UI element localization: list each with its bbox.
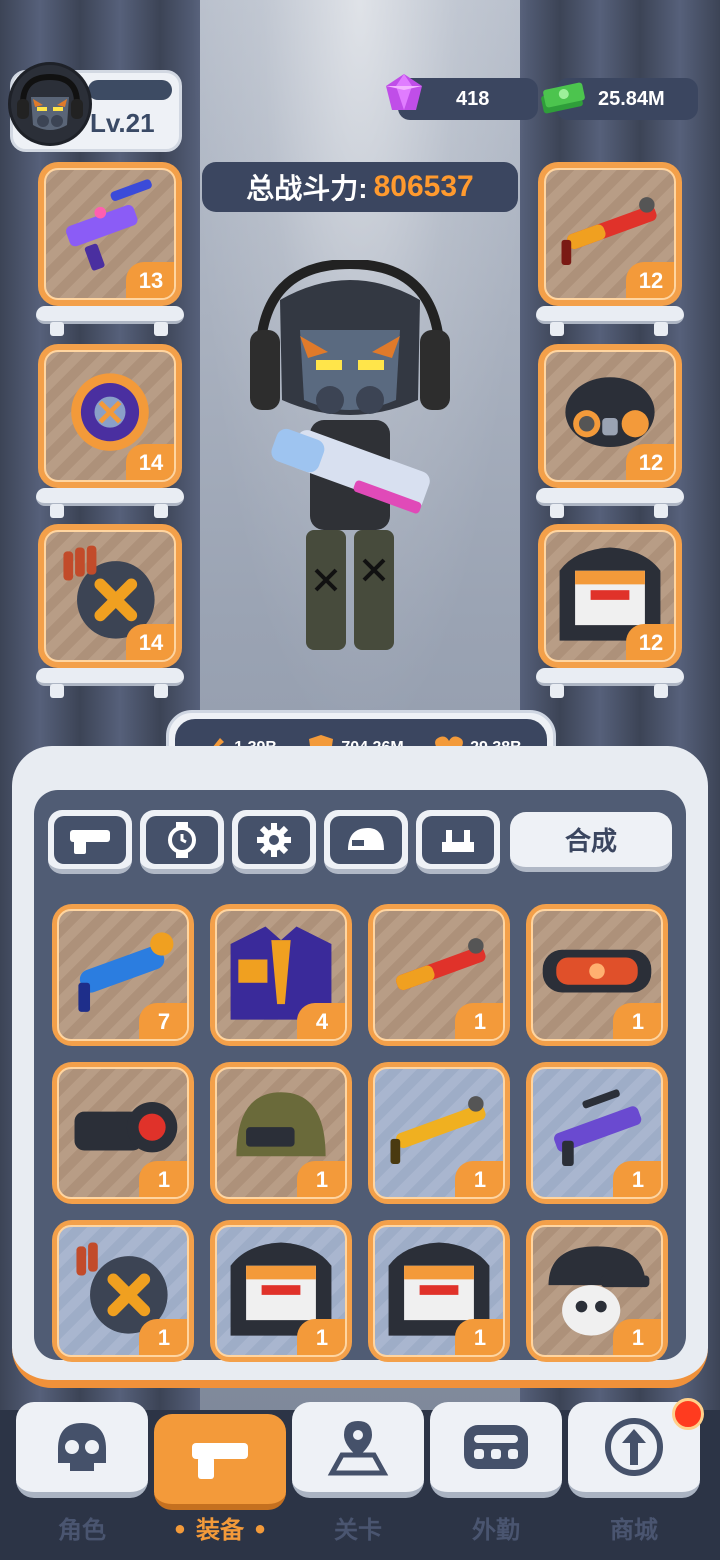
item-count: 4 bbox=[297, 1003, 345, 1039]
item-count: 1 bbox=[613, 1161, 661, 1197]
equipped-armor-slot[interactable]: 12 bbox=[538, 524, 682, 668]
item-count: 1 bbox=[455, 1319, 503, 1355]
shelf-leg bbox=[654, 684, 668, 698]
item-count: 14 bbox=[126, 444, 174, 480]
item-count: 1 bbox=[613, 1319, 661, 1355]
tab-weapons[interactable] bbox=[48, 810, 132, 874]
shelf-leg bbox=[654, 322, 668, 336]
tab-bases[interactable] bbox=[416, 810, 500, 874]
gun-icon bbox=[192, 1443, 248, 1479]
equipped-weapon-slot[interactable]: 13 bbox=[38, 162, 182, 306]
inventory-item[interactable]: 1 bbox=[526, 1220, 668, 1362]
helmet-icon bbox=[348, 827, 384, 850]
tab-accessories[interactable] bbox=[140, 810, 224, 874]
shelf-leg bbox=[550, 504, 564, 518]
inventory-item[interactable]: 1 bbox=[210, 1062, 352, 1204]
inventory-item[interactable]: 1 bbox=[210, 1220, 352, 1362]
character-model[interactable] bbox=[250, 260, 450, 660]
map-pin-icon bbox=[327, 1421, 389, 1476]
item-count: 14 bbox=[126, 624, 174, 660]
nav-shop-label: 商城 bbox=[610, 1516, 658, 1544]
shop-icon bbox=[605, 1418, 663, 1476]
shelf-leg bbox=[154, 322, 168, 336]
inventory-item[interactable]: 1 bbox=[526, 904, 668, 1046]
inventory-item[interactable]: 1 bbox=[526, 1062, 668, 1204]
item-count: 1 bbox=[455, 1003, 503, 1039]
base-icon bbox=[442, 829, 474, 852]
cash-count: 25.84M bbox=[598, 87, 665, 110]
nav-character-button[interactable] bbox=[16, 1402, 148, 1498]
gamepad-icon bbox=[464, 1425, 528, 1469]
item-count: 12 bbox=[626, 624, 674, 660]
gem-icon bbox=[386, 74, 422, 110]
item-count: 12 bbox=[626, 262, 674, 298]
item-count: 13 bbox=[126, 262, 174, 298]
equipped-ammo-slot[interactable]: 14 bbox=[38, 524, 182, 668]
inventory-item[interactable]: 1 bbox=[368, 904, 510, 1046]
inventory-item[interactable]: 1 bbox=[52, 1062, 194, 1204]
player-level: Lv.21 bbox=[90, 108, 155, 138]
item-count: 1 bbox=[139, 1161, 187, 1197]
merge-button[interactable]: 合成 bbox=[510, 812, 672, 872]
skull-icon bbox=[58, 1423, 106, 1471]
shelf-leg bbox=[550, 684, 564, 698]
item-count: 7 bbox=[139, 1003, 187, 1039]
nav-stage-label: 关卡 bbox=[334, 1516, 382, 1544]
tab-helmets[interactable] bbox=[324, 810, 408, 874]
equipped-mask-slot[interactable]: 12 bbox=[538, 344, 682, 488]
inventory-item[interactable]: 1 bbox=[368, 1062, 510, 1204]
item-count: 1 bbox=[297, 1161, 345, 1197]
cash-stack-icon bbox=[541, 82, 585, 114]
gem-count: 418 bbox=[456, 87, 490, 110]
inventory-item[interactable]: 7 bbox=[52, 904, 194, 1046]
item-count: 1 bbox=[139, 1319, 187, 1355]
gun-icon bbox=[70, 829, 110, 854]
inventory-item[interactable]: 1 bbox=[368, 1220, 510, 1362]
xp-bar bbox=[88, 80, 172, 100]
power-label: 总战斗力: bbox=[246, 173, 368, 204]
player-avatar[interactable] bbox=[8, 62, 92, 146]
shelf-leg bbox=[654, 504, 668, 518]
inventory-item[interactable]: 4 bbox=[210, 904, 352, 1046]
avatar-mask-icon bbox=[17, 73, 83, 130]
inventory-item[interactable]: 1 bbox=[52, 1220, 194, 1362]
tab-parts[interactable] bbox=[232, 810, 316, 874]
item-count: 1 bbox=[297, 1319, 345, 1355]
item-count: 1 bbox=[613, 1003, 661, 1039]
power-value: 806537 bbox=[373, 170, 474, 203]
shelf-leg bbox=[50, 504, 64, 518]
shelf-leg bbox=[50, 684, 64, 698]
notification-badge bbox=[672, 1398, 704, 1430]
total-power: 总战斗力: 806537 bbox=[202, 162, 518, 212]
nav-dispatch-label: 外勤 bbox=[472, 1516, 520, 1544]
item-count: 1 bbox=[455, 1161, 503, 1197]
equipped-gear-slot[interactable]: 14 bbox=[38, 344, 182, 488]
gear-icon bbox=[257, 822, 291, 857]
shelf-leg bbox=[550, 322, 564, 336]
watch-icon bbox=[168, 821, 196, 858]
shelf-leg bbox=[50, 322, 64, 336]
nav-dispatch-button[interactable] bbox=[430, 1402, 562, 1498]
nav-equipment-button[interactable] bbox=[154, 1414, 286, 1510]
nav-character-label: 角色 bbox=[58, 1516, 106, 1544]
item-count: 12 bbox=[626, 444, 674, 480]
shelf-leg bbox=[154, 684, 168, 698]
equipped-secondary-slot[interactable]: 12 bbox=[538, 162, 682, 306]
nav-equipment-label: • 装备 • bbox=[172, 1516, 268, 1544]
shelf-leg bbox=[154, 504, 168, 518]
nav-stage-button[interactable] bbox=[292, 1402, 424, 1498]
